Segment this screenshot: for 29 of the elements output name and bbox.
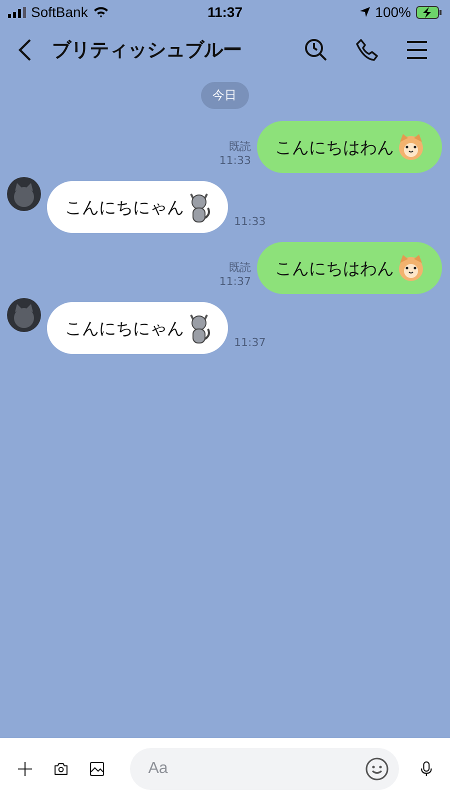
search-icon[interactable] [304,38,328,62]
message-time: 11:37 [234,336,266,351]
message-text: こんにちにゃん [65,196,184,218]
message-input-field[interactable]: Aa [130,748,400,790]
read-receipt: 既読 [229,260,251,275]
carrier-name: SoftBank [31,4,88,20]
emoji-icon[interactable] [365,757,390,781]
message-time: 11:37 [219,275,251,288]
location-icon [360,7,370,17]
message-text: こんにちにゃん [65,318,184,340]
avatar-icon[interactable] [7,298,41,332]
message-time: 11:33 [219,154,251,167]
clock-time: 11:37 [207,4,243,20]
dog-icon [396,132,426,162]
avatar-icon[interactable] [7,177,41,211]
back-icon[interactable] [18,39,32,61]
message-text: こんにちはわん [275,136,394,158]
phone-icon[interactable] [356,39,378,61]
date-badge: 今日 [200,82,248,109]
wifi-icon [92,6,109,18]
chat-title: ブリティッシュブルー [52,38,243,63]
read-receipt: 既読 [229,139,251,154]
battery-charging-icon [416,6,442,18]
signal-icon [8,6,26,18]
dog-icon [396,253,426,283]
menu-icon[interactable] [406,40,428,60]
battery-percent: 100% [375,4,411,20]
message-text: こんにちはわん [275,258,394,280]
message-time: 11:33 [234,215,266,230]
